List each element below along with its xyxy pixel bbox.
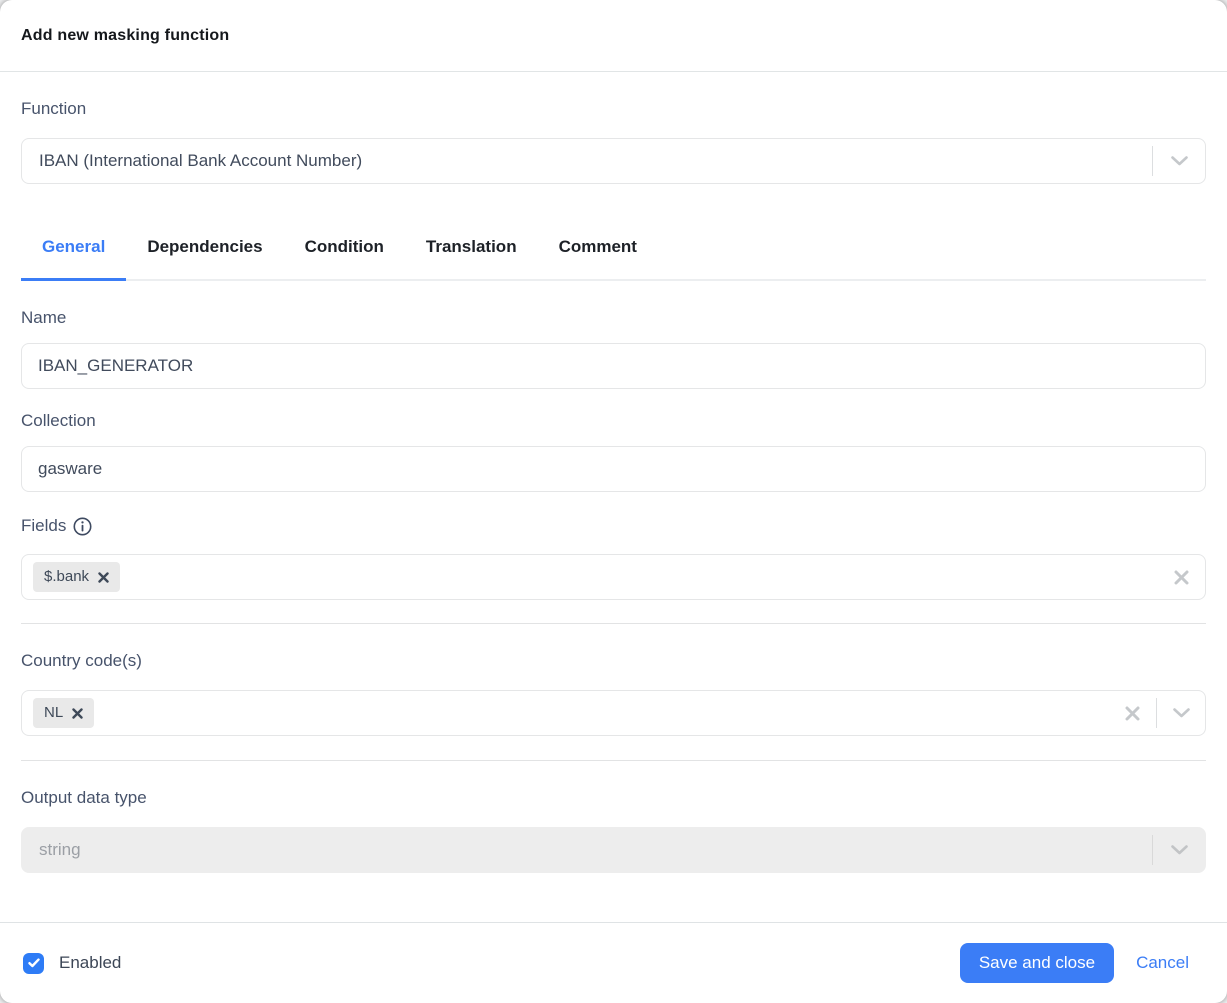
country-tag-chip: NL (33, 698, 94, 728)
clear-x-icon[interactable] (1157, 555, 1205, 599)
function-label: Function (21, 99, 1206, 119)
save-and-close-button[interactable]: Save and close (960, 943, 1114, 983)
chip-remove-x-icon[interactable] (72, 708, 83, 719)
enabled-label: Enabled (59, 953, 121, 973)
tab-condition[interactable]: Condition (284, 234, 405, 281)
tab-dependencies[interactable]: Dependencies (126, 234, 283, 281)
tab-translation[interactable]: Translation (405, 234, 538, 281)
section-divider (21, 760, 1206, 761)
chip-label: NL (44, 703, 63, 723)
modal-header: Add new masking function (0, 0, 1227, 72)
name-input-wrap (21, 343, 1206, 389)
clear-x-icon[interactable] (1108, 691, 1156, 735)
enabled-checkbox[interactable] (23, 953, 44, 974)
modal-body: Function IBAN (International Bank Accoun… (0, 72, 1227, 922)
output-data-type-select: string (21, 827, 1206, 873)
name-label: Name (21, 308, 1206, 328)
modal-footer: Enabled Save and close Cancel (0, 922, 1227, 1003)
function-select-value: IBAN (International Bank Account Number) (22, 151, 362, 171)
collection-input[interactable] (38, 459, 1189, 479)
name-input[interactable] (38, 356, 1189, 376)
output-data-type-value: string (22, 840, 81, 860)
field-tag-chip: $.bank (33, 562, 120, 592)
collection-input-wrap (21, 446, 1206, 492)
checkmark-icon (28, 958, 40, 968)
modal-title: Add new masking function (21, 27, 229, 45)
collection-label: Collection (21, 411, 1206, 431)
country-codes-tag-input[interactable]: NL (21, 690, 1206, 736)
country-codes-label: Country code(s) (21, 651, 1206, 671)
tab-bar: General Dependencies Condition Translati… (21, 234, 1206, 281)
enabled-checkbox-row[interactable]: Enabled (23, 953, 121, 974)
output-data-type-label: Output data type (21, 788, 1206, 808)
fields-tag-input[interactable]: $.bank (21, 554, 1206, 600)
chevron-down-icon[interactable] (1153, 139, 1205, 183)
section-divider (21, 623, 1206, 624)
info-icon[interactable] (73, 517, 92, 536)
fields-label: Fields (21, 516, 66, 536)
tab-comment[interactable]: Comment (538, 234, 658, 281)
cancel-button[interactable]: Cancel (1136, 953, 1189, 973)
chevron-down-icon[interactable] (1157, 691, 1205, 735)
chip-label: $.bank (44, 567, 89, 587)
tab-general[interactable]: General (21, 234, 126, 281)
chip-remove-x-icon[interactable] (98, 572, 109, 583)
add-masking-function-modal: Add new masking function Function IBAN (… (0, 0, 1227, 1003)
function-select[interactable]: IBAN (International Bank Account Number) (21, 138, 1206, 184)
chevron-down-icon (1153, 828, 1205, 872)
